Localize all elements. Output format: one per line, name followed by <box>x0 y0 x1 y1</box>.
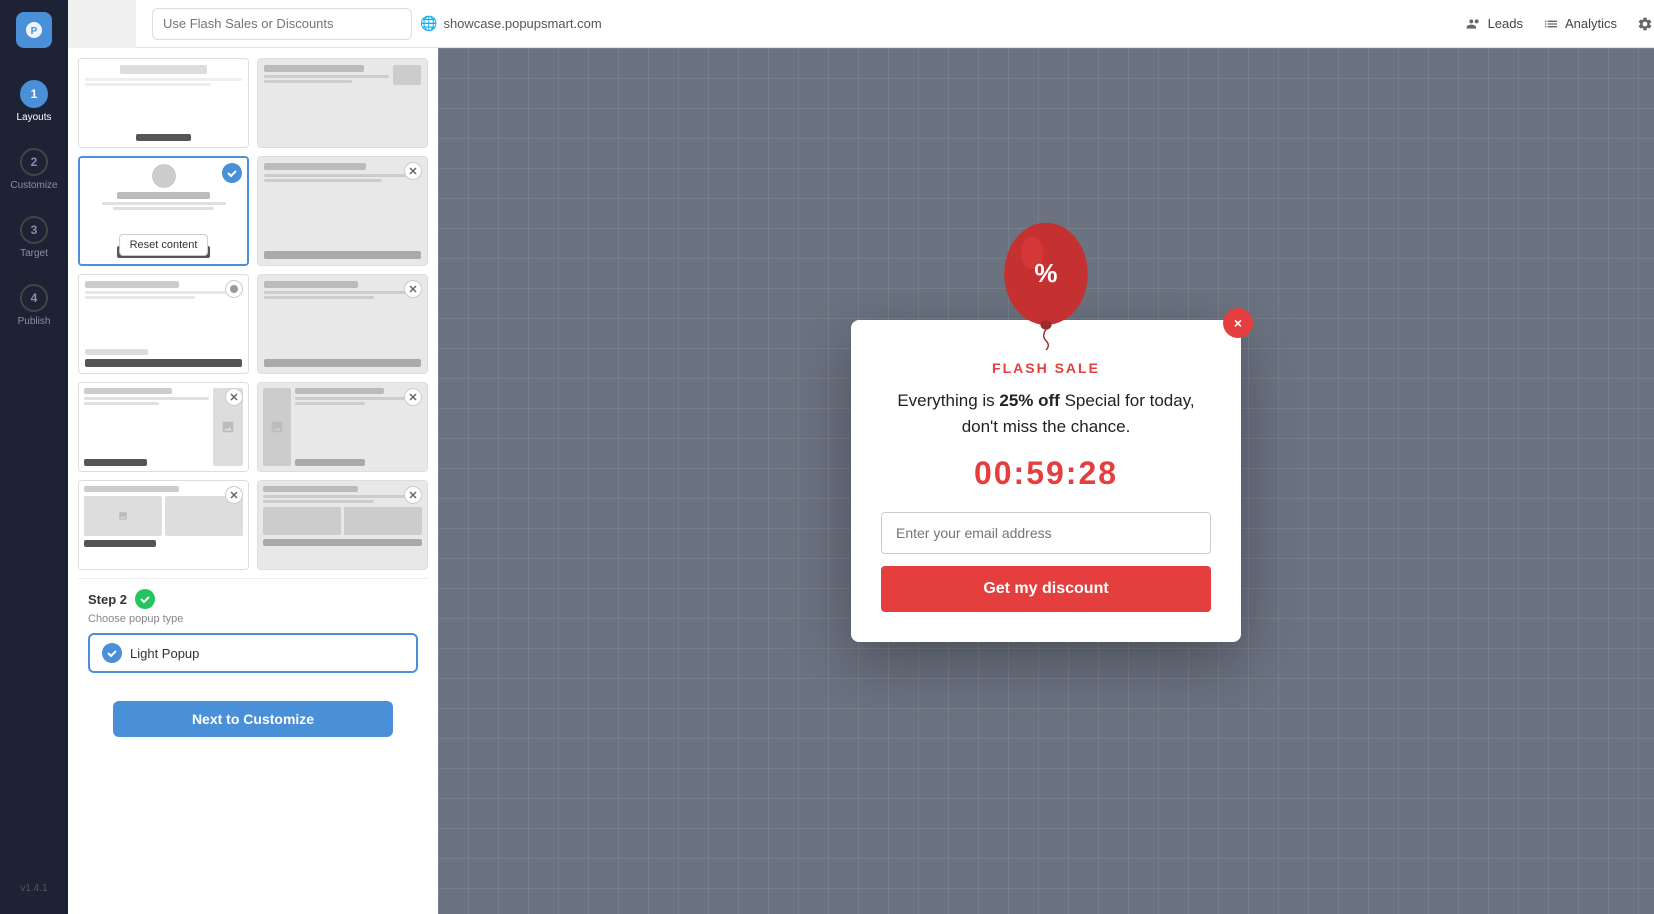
layout-close-8[interactable] <box>404 388 422 406</box>
main-content: Reset content <box>68 48 1654 914</box>
next-to-customize-button[interactable]: Next to Customize <box>113 701 393 737</box>
nav-step-publish[interactable]: 4 Publish <box>0 276 68 336</box>
account-icon <box>1637 16 1653 32</box>
canvas-area: % × FLASH SALE Everything is 25% off Spe… <box>438 48 1654 914</box>
layout-item-4[interactable] <box>257 156 428 266</box>
step-circle-1: 1 <box>20 80 48 108</box>
layout-selected-check <box>222 163 242 183</box>
nav-step-label-publish: Publish <box>18 316 51 328</box>
layout-item-10[interactable] <box>257 480 428 570</box>
popup-close-button[interactable]: × <box>1223 308 1253 338</box>
step-circle-3: 3 <box>20 216 48 244</box>
app-logo: P <box>16 12 52 48</box>
nav-step-label-layouts: Layouts <box>16 112 51 124</box>
nav-step-layouts[interactable]: 1 Layouts <box>0 72 68 132</box>
layout-row-1 <box>78 58 428 148</box>
url-display: 🌐 showcase.popupsmart.com <box>420 15 602 32</box>
popup-timer: 00:59:28 <box>881 455 1211 492</box>
leads-icon <box>1466 16 1482 32</box>
layout-row-3 <box>78 274 428 374</box>
layout-close-5[interactable] <box>225 280 243 298</box>
step-circle-4: 4 <box>20 284 48 312</box>
step2-header: Step 2 <box>88 589 418 609</box>
layout-item-selected[interactable]: Reset content <box>78 156 249 266</box>
step2-title: Step 2 <box>88 592 127 607</box>
globe-icon: 🌐 <box>420 15 437 32</box>
popup-cta-button[interactable]: Get my discount <box>881 566 1211 612</box>
sidebar-navigation: P 1 Layouts 2 Customize 3 Target 4 Publi… <box>0 0 68 914</box>
nav-step-label-target: Target <box>20 248 48 260</box>
top-bar: 🌐 showcase.popupsmart.com Leads Analytic… <box>136 0 1654 48</box>
step2-check-icon <box>135 589 155 609</box>
layout-thumb-10 <box>258 481 427 569</box>
layout-item-6[interactable] <box>257 274 428 374</box>
layout-thumb-4 <box>258 157 427 265</box>
layout-close-7[interactable] <box>225 388 243 406</box>
analytics-button[interactable]: Analytics <box>1543 16 1617 32</box>
popup-text-prefix: Everything is <box>897 391 999 410</box>
popup-type-select[interactable]: Light Popup <box>88 633 418 673</box>
layout-close-10[interactable] <box>404 486 422 504</box>
popup-main-text: Everything is 25% off Special for today,… <box>881 388 1211 439</box>
layout-close-6[interactable] <box>404 280 422 298</box>
nav-step-customize[interactable]: 2 Customize <box>0 140 68 200</box>
reset-content-button[interactable]: Reset content <box>119 234 209 256</box>
layout-close-4[interactable] <box>404 162 422 180</box>
layout-row-4 <box>78 382 428 472</box>
nav-step-label-customize: Customize <box>10 180 57 192</box>
layout-thumb-5 <box>79 275 248 373</box>
popup-balloon: % <box>991 220 1101 350</box>
avatar-thumb <box>152 164 176 188</box>
popup-modal: % × FLASH SALE Everything is 25% off Spe… <box>851 320 1241 642</box>
nav-step-target[interactable]: 3 Target <box>0 208 68 268</box>
layout-thumb-8 <box>258 383 427 471</box>
layout-thumb-9 <box>79 481 248 569</box>
layout-item-8[interactable] <box>257 382 428 472</box>
url-text: showcase.popupsmart.com <box>443 16 601 31</box>
step2-subtitle: Choose popup type <box>88 613 418 625</box>
step2-section: Step 2 Choose popup type Light Popup <box>78 578 428 683</box>
layout-thumb-7 <box>79 383 248 471</box>
popup-type-check-icon <box>102 643 122 663</box>
layout-item-5[interactable] <box>78 274 249 374</box>
step-circle-2: 2 <box>20 148 48 176</box>
svg-text:P: P <box>31 26 38 37</box>
layout-row-2: Reset content <box>78 156 428 266</box>
top-bar-actions: Leads Analytics Account <box>1466 16 1654 32</box>
layout-thumb-1 <box>79 59 248 147</box>
layout-item-2[interactable] <box>257 58 428 148</box>
leads-label: Leads <box>1488 16 1523 31</box>
layout-item-9[interactable] <box>78 480 249 570</box>
analytics-icon <box>1543 16 1559 32</box>
leads-button[interactable]: Leads <box>1466 16 1523 32</box>
layout-thumb-6 <box>258 275 427 373</box>
layouts-panel: Reset content <box>68 48 438 914</box>
popup-type-label: Light Popup <box>130 646 199 661</box>
popup-flash-label: FLASH SALE <box>881 360 1211 376</box>
app-version: v1.4.1 <box>20 883 47 902</box>
search-input[interactable] <box>152 8 412 40</box>
layout-thumb-2 <box>258 59 427 147</box>
account-button[interactable]: Account <box>1637 16 1654 32</box>
popup-close-label: × <box>1234 315 1242 331</box>
analytics-label: Analytics <box>1565 16 1617 31</box>
popup-email-input[interactable] <box>881 512 1211 554</box>
layout-close-9[interactable] <box>225 486 243 504</box>
layout-item-1[interactable] <box>78 58 249 148</box>
svg-text:%: % <box>1034 258 1057 288</box>
layout-item-7[interactable] <box>78 382 249 472</box>
popup-text-bold: 25% off <box>999 391 1059 410</box>
layout-row-5 <box>78 480 428 570</box>
